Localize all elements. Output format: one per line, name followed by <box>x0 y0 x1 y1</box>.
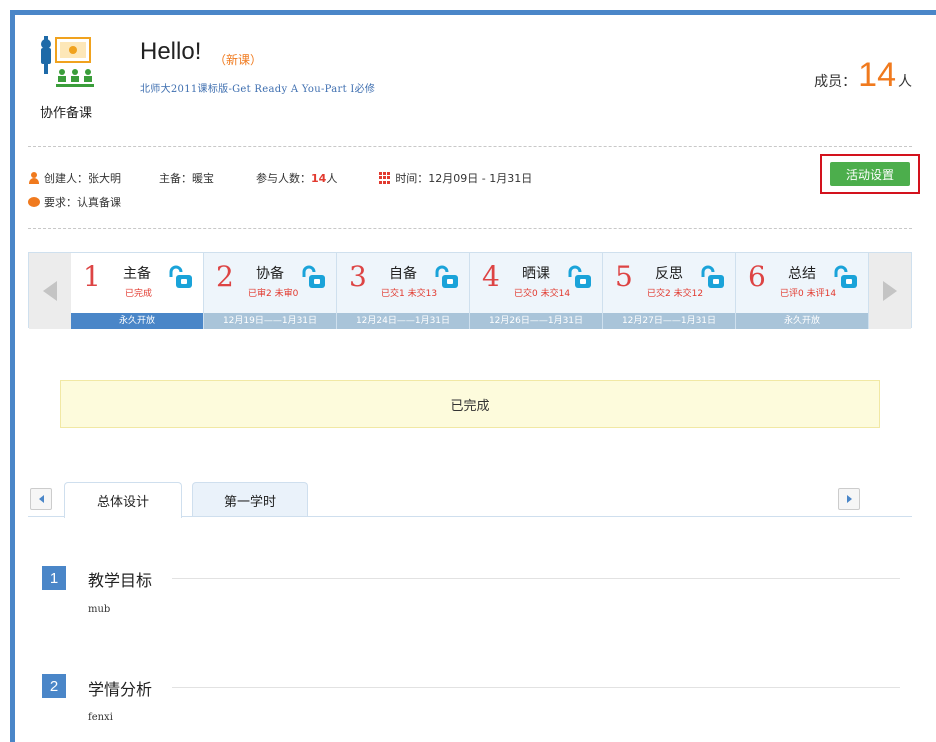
caret-right-icon <box>846 495 852 503</box>
person-icon <box>28 172 40 184</box>
course-tag: （新课） <box>214 53 263 67</box>
step-name: 自备 <box>389 266 417 282</box>
logo-label: 协作备课 <box>40 106 93 121</box>
step-name: 主备 <box>123 266 151 282</box>
step-date: 永久开放 <box>736 313 868 329</box>
speech-bubble-icon <box>28 197 40 207</box>
section-number: 2 <box>42 674 66 698</box>
requirement-text: 要求：认真备课 <box>44 196 121 209</box>
unlock-icon <box>435 265 458 288</box>
status-notice: 已完成 <box>60 380 880 428</box>
collab-lesson-logo-icon <box>38 34 100 92</box>
activity-info: 创建人：张大明 主备：暖宝 参与人数： 14 人 时间：12月09日 - 1月3… <box>28 170 572 186</box>
course-subtitle[interactable]: 北师大2011课标版-Get Ready A You-Part I必修 <box>140 80 375 95</box>
step-name: 总结 <box>788 266 816 282</box>
requirement-info: 要求：认真备课 <box>28 194 121 210</box>
step-date: 永久开放 <box>71 313 203 329</box>
step-number: 5 <box>615 260 633 293</box>
tabs-next-button[interactable] <box>838 488 860 510</box>
step-date: 12月26日——1月31日 <box>470 313 602 329</box>
step-number: 6 <box>748 260 766 293</box>
steps-prev-button[interactable] <box>29 253 71 329</box>
members-label: 成员： <box>814 74 857 90</box>
members-count: 成员： 14 人 <box>814 56 912 95</box>
section-number: 1 <box>42 566 66 590</box>
step-2[interactable]: 2 协备 已审2 未审0 12月19日——1月31日 <box>204 253 337 329</box>
step-date: 12月19日——1月31日 <box>204 313 336 329</box>
creator-text: 创建人：张大明 <box>44 172 121 185</box>
step-status: 已交1 未交13 <box>381 289 438 299</box>
step-number: 2 <box>216 260 234 293</box>
divider <box>28 228 912 229</box>
time-info: 时间：12月09日 - 1月31日 <box>379 170 532 186</box>
caret-left-icon <box>38 495 44 503</box>
section-body: fenxi <box>88 712 113 723</box>
window-frame-left <box>10 10 15 742</box>
window-frame-top <box>10 10 936 15</box>
arrow-right-icon <box>883 281 897 301</box>
section-title: 教学目标 <box>88 571 153 590</box>
step-number: 3 <box>349 260 367 293</box>
steps-next-button[interactable] <box>869 253 911 329</box>
step-name: 反思 <box>655 266 683 282</box>
section-body: mub <box>88 604 111 615</box>
step-status: 已评0 未评14 <box>780 289 837 299</box>
step-4[interactable]: 4 晒课 已交0 未交14 12月26日——1月31日 <box>470 253 603 329</box>
divider <box>28 146 912 147</box>
step-number: 4 <box>482 260 500 293</box>
tabs-prev-button[interactable] <box>30 488 52 510</box>
step-1[interactable]: 1 主备 已完成 永久开放 <box>71 253 204 329</box>
participants-label: 参与人数： <box>256 172 311 185</box>
participants-info: 参与人数： 14 人 <box>256 170 337 186</box>
workflow-steps: 1 主备 已完成 永久开放 2 协备 已审2 未审0 12月19日——1月31日… <box>28 252 912 329</box>
step-number: 1 <box>83 260 101 293</box>
unlock-icon <box>834 265 857 288</box>
step-name: 晒课 <box>522 266 550 282</box>
step-date: 12月27日——1月31日 <box>603 313 735 329</box>
unlock-icon <box>568 265 591 288</box>
section-rule <box>172 687 900 688</box>
members-unit: 人 <box>898 74 912 90</box>
section-title: 学情分析 <box>88 680 153 699</box>
unlock-icon <box>302 265 325 288</box>
unlock-icon <box>701 265 724 288</box>
step-status: 已交2 未交12 <box>647 289 704 299</box>
step-6[interactable]: 6 总结 已评0 未评14 永久开放 <box>736 253 869 329</box>
time-text: 时间：12月09日 - 1月31日 <box>395 172 533 185</box>
step-status: 已完成 <box>125 289 153 299</box>
section-rule <box>172 578 900 579</box>
creator-info: 创建人：张大明 <box>28 170 121 186</box>
step-date: 12月24日——1月31日 <box>337 313 469 329</box>
tab-first-period[interactable]: 第一学时 <box>192 482 308 517</box>
arrow-left-icon <box>43 281 57 301</box>
tab-overall-design[interactable]: 总体设计 <box>64 482 182 518</box>
calendar-grid-icon <box>379 172 391 184</box>
course-title: Hello! <box>140 38 202 65</box>
step-3[interactable]: 3 自备 已交1 未交13 12月24日——1月31日 <box>337 253 470 329</box>
lead-text: 主备：暖宝 <box>159 172 214 185</box>
step-status: 已审2 未审0 <box>248 289 299 299</box>
lead-info: 主备：暖宝 <box>159 170 214 186</box>
members-number: 14 <box>858 56 896 94</box>
participants-count: 14 <box>311 171 327 185</box>
step-5[interactable]: 5 反思 已交2 未交12 12月27日——1月31日 <box>603 253 736 329</box>
participants-unit: 人 <box>326 172 338 185</box>
step-status: 已交0 未交14 <box>514 289 571 299</box>
step-name: 协备 <box>256 266 284 282</box>
unlock-icon <box>169 265 192 288</box>
activity-settings-button[interactable]: 活动设置 <box>830 162 910 186</box>
